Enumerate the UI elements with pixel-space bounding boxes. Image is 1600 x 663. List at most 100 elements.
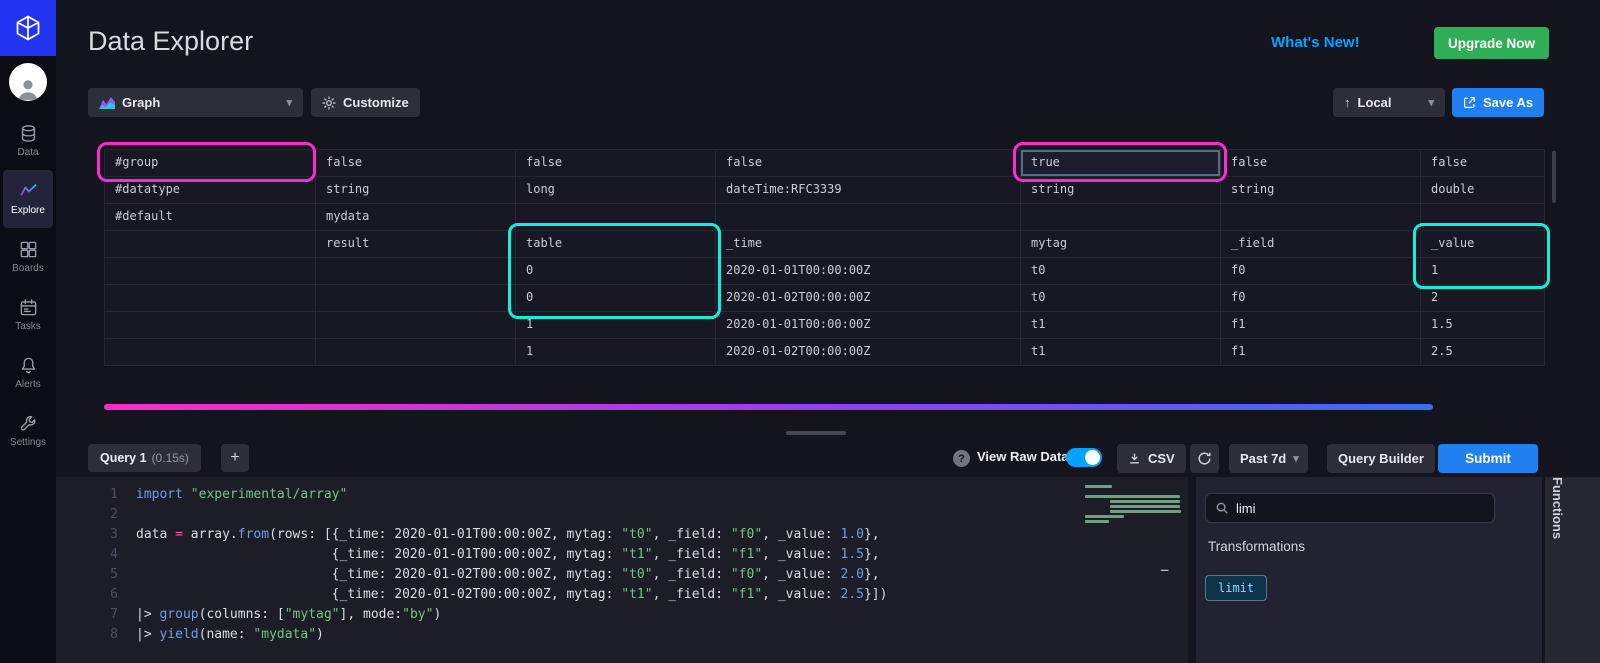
export-icon [1463,96,1476,109]
minimap-line [1085,520,1109,523]
sidebar-item-tasks[interactable]: Tasks [3,286,53,344]
table-cell: 1 [516,339,716,366]
upload-arrow-icon: ↑ [1344,95,1351,110]
code-line: {_time: 2020-01-02T00:00:00Z, mytag: "t0… [136,567,880,582]
table-cell: #group [105,150,316,177]
sidebar-item-settings[interactable]: Settings [3,402,53,460]
sidebar: Data Explore Boards Tasks Alerts Settings [0,0,56,663]
flux-editor[interactable]: 1 2 3 4 5 6 7 8 import "experimental/array" data… [56,477,1188,663]
minimap-line [1110,505,1180,508]
visualization-type-label: Graph [122,95,161,110]
sidebar-item-label: Data [17,147,39,158]
table-cell: string [1221,177,1421,204]
table-cell: f0 [1221,258,1421,285]
csv-download-button[interactable]: CSV [1117,444,1186,473]
sidebar-item-data[interactable]: Data [3,112,53,170]
customize-button[interactable]: Customize [311,88,420,117]
panel-resize-handle[interactable] [786,431,846,435]
table-scrollbar[interactable] [1552,151,1556,203]
editor-code[interactable]: import "experimental/array" data = array.… [136,485,887,645]
sidebar-item-explore[interactable]: Explore [3,170,53,228]
raw-data-table-wrap: #group false false false true false false #data… [97,142,1550,366]
functions-tab-label: Functions [1550,477,1565,540]
table-cell: 1.5 [1421,312,1545,339]
graph-icon [19,182,38,201]
save-as-button[interactable]: Save As [1452,88,1545,117]
view-raw-toggle[interactable] [1066,448,1102,467]
dashboards-icon [19,240,38,259]
functions-tab-strip[interactable]: Functions [1545,477,1600,663]
sidebar-item-boards[interactable]: Boards [3,228,53,286]
table-cell: t1 [1021,339,1221,366]
upgrade-now-button[interactable]: Upgrade Now [1434,27,1550,59]
table-cell [105,285,316,312]
editor-scroll-indicator: − [1160,561,1170,579]
table-cell [1021,204,1221,231]
chevron-down-icon: ▾ [1428,97,1434,109]
line-number: 7 [110,607,118,622]
refresh-icon [1197,451,1212,466]
table-cell: double [1421,177,1545,204]
sidebar-item-label: Tasks [15,321,41,332]
help-icon[interactable]: ? [953,450,970,467]
code-line: import "experimental/array" [136,487,348,502]
function-search-box[interactable] [1205,493,1495,523]
table-cell [105,339,316,366]
table-cell: result [316,231,516,258]
minimap-line [1085,495,1180,498]
sidebar-item-label: Alerts [15,379,41,390]
function-result-limit[interactable]: limit [1205,575,1268,601]
visualization-type-dropdown[interactable]: Graph ▾ [88,88,303,117]
table-cell: false [1421,150,1545,177]
time-range-label: Past 7d [1240,451,1287,466]
table-cell [516,204,716,231]
refresh-button[interactable] [1190,444,1219,473]
query-tab-name: Query 1 [100,451,147,465]
table-cell: false [1221,150,1421,177]
raw-data-table: #group false false false true false false #data… [104,149,1545,366]
sidebar-item-label: Boards [12,263,44,274]
editor-minimap[interactable] [1085,485,1185,525]
query-tab[interactable]: Query 1 (0.15s) [88,444,201,472]
local-dropdown[interactable]: ↑ Local ▾ [1333,88,1445,117]
customize-label: Customize [343,95,409,110]
line-number: 4 [110,547,118,562]
query-builder-button[interactable]: Query Builder [1327,444,1435,473]
table-cell [316,312,516,339]
table-cell [316,258,516,285]
table-cell: 2.5 [1421,339,1545,366]
gradient-scrollbar[interactable] [104,404,1433,410]
avatar[interactable] [9,63,47,101]
chevron-down-icon: ▾ [286,97,292,109]
table-cell: mytag [1021,231,1221,258]
add-query-button[interactable]: + [221,444,249,472]
whats-new-link[interactable]: What's New! [1271,34,1360,51]
table-cell [716,204,1021,231]
line-number: 2 [110,507,118,522]
sidebar-item-label: Settings [9,437,47,448]
transformations-section-title: Transformations [1208,539,1306,554]
table-cell [316,339,516,366]
page-title: Data Explorer [88,26,254,56]
csv-label: CSV [1148,451,1175,466]
submit-button[interactable]: Submit [1438,444,1538,473]
table-cell: _time [716,231,1021,258]
chevron-down-icon: ▾ [1293,453,1299,465]
line-number: 3 [110,527,118,542]
table-cell: 2020-01-01T00:00:00Z [716,312,1021,339]
sidebar-item-alerts[interactable]: Alerts [3,344,53,402]
table-cell: f1 [1221,312,1421,339]
graph-type-icon [99,96,115,109]
table-cell: string [316,177,516,204]
minimap-line [1110,500,1180,503]
toggle-knob [1085,450,1100,465]
download-icon [1128,452,1141,465]
function-search-input[interactable] [1236,500,1485,516]
minimap-line [1085,485,1112,488]
minimap-line [1110,510,1181,513]
table-cell: f1 [1221,339,1421,366]
time-range-dropdown[interactable]: Past 7d ▾ [1229,444,1308,473]
table-cell [316,285,516,312]
code-line: |> yield(name: "mydata") [136,627,324,642]
influxdb-logo[interactable] [0,0,56,56]
